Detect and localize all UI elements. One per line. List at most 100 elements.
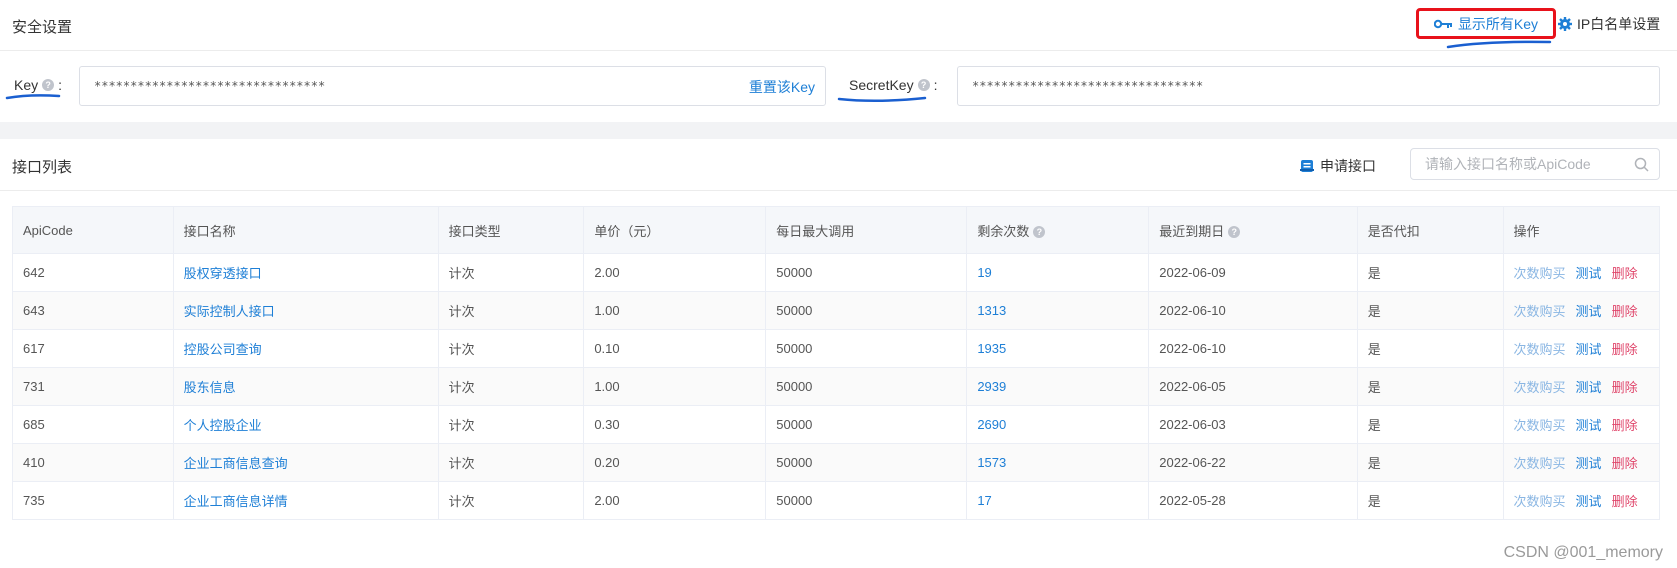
table-row: 410 企业工商信息查询 计次 0.20 50000 1573 2022-06-22 是次数购… [12,443,1661,482]
cell-remaining: 1573 [966,443,1150,482]
test-button[interactable]: 测试 [1576,266,1602,281]
help-icon[interactable]: ? [1033,226,1046,239]
cell-deduct: 是 [1356,367,1504,406]
cell-max_daily: 50000 [765,405,968,444]
delete-button[interactable]: 删除 [1612,380,1638,395]
remaining-count-link[interactable]: 1313 [977,303,1006,318]
cell-type: 计次 [437,291,585,330]
ip-whitelist-label: IP白名单设置 [1577,16,1661,32]
cell-price: 2.00 [583,481,767,520]
cell-expiry: 2022-06-22 [1148,443,1358,482]
buy-count-button[interactable]: 次数购买 [1514,342,1566,357]
remaining-count-link[interactable]: 2939 [977,379,1006,394]
test-button[interactable]: 测试 [1576,456,1602,471]
help-icon[interactable]: ? [1228,226,1241,239]
column-header: 接口名称 [172,206,439,254]
remaining-count-link[interactable]: 19 [977,265,991,280]
buy-count-button[interactable]: 次数购买 [1514,266,1566,281]
test-button[interactable]: 测试 [1576,418,1602,433]
cell-code: 731 [12,367,174,406]
cell-max_daily: 50000 [765,329,968,368]
cell-name: 控股公司查询 [172,329,439,368]
cell-type: 计次 [437,367,585,406]
secret-key-field[interactable]: ******************************** [957,66,1660,106]
api-name-link[interactable]: 企业工商信息详情 [184,494,288,509]
cell-name: 股东信息 [172,367,439,406]
column-header: ApiCode [12,206,174,254]
help-icon[interactable]: ? [42,79,55,91]
cell-price: 1.00 [583,291,767,330]
apply-api-label: 申请接口 [1320,158,1376,174]
api-list-header: 接口列表 申请接口 [0,139,1677,191]
cell-deduct: 是 [1356,291,1504,330]
cell-expiry: 2022-06-03 [1148,405,1358,444]
annotation-underline-icon [1446,40,1552,49]
remaining-count-link[interactable]: 1935 [977,341,1006,356]
delete-button[interactable]: 删除 [1612,418,1638,433]
help-icon[interactable]: ? [917,79,930,91]
cell-actions: 次数购买 测试 删除 [1502,367,1661,406]
delete-button[interactable]: 删除 [1612,266,1638,281]
column-header: 每日最大调用 [765,206,968,254]
cell-remaining: 17 [966,481,1150,520]
remaining-count-link[interactable]: 17 [977,493,991,508]
cell-actions: 次数购买 测试 删除 [1502,481,1661,520]
test-button[interactable]: 测试 [1576,342,1602,357]
delete-button[interactable]: 删除 [1612,342,1638,357]
api-search-input[interactable] [1411,149,1621,179]
test-button[interactable]: 测试 [1576,494,1602,509]
key-field-label: Key ? : [14,77,62,93]
key-icon [1433,19,1452,28]
test-button[interactable]: 测试 [1576,380,1602,395]
show-all-keys-button[interactable]: 显示所有Key [1416,8,1556,39]
cell-name: 股权穿透接口 [172,253,439,292]
cell-price: 0.20 [583,443,767,482]
delete-button[interactable]: 删除 [1612,304,1638,319]
cell-expiry: 2022-06-10 [1148,291,1358,330]
api-name-link[interactable]: 企业工商信息查询 [184,456,288,471]
api-search-box [1410,148,1660,180]
remaining-count-link[interactable]: 1573 [977,455,1006,470]
security-settings-panel: 安全设置 显示所有Key IP白名单设置 Key ?: ***********… [0,0,1677,122]
gear-icon [1558,17,1572,31]
buy-count-button[interactable]: 次数购买 [1514,380,1566,395]
watermark: CSDN @001_memory [1503,544,1663,561]
buy-count-button[interactable]: 次数购买 [1514,456,1566,471]
cell-remaining: 19 [966,253,1150,292]
key-field[interactable]: ******************************** 重置该Key [79,66,826,106]
buy-count-button[interactable]: 次数购买 [1514,304,1566,319]
cell-expiry: 2022-06-10 [1148,329,1358,368]
apply-api-button[interactable]: 申请接口 [1300,156,1376,176]
cell-actions: 次数购买 测试 删除 [1502,291,1661,330]
api-name-link[interactable]: 个人控股企业 [184,418,262,433]
buy-count-button[interactable]: 次数购买 [1514,418,1566,433]
api-name-link[interactable]: 股东信息 [184,380,236,395]
cell-deduct: 是 [1356,329,1504,368]
cell-code: 643 [12,291,174,330]
buy-count-button[interactable]: 次数购买 [1514,494,1566,509]
api-name-link[interactable]: 控股公司查询 [184,342,262,357]
cell-actions: 次数购买 测试 删除 [1502,443,1661,482]
reset-key-link[interactable]: 重置该Key [749,77,815,97]
key-value: ******************************** [94,79,326,93]
test-button[interactable]: 测试 [1576,304,1602,319]
cell-actions: 次数购买 测试 删除 [1502,253,1661,292]
cell-code: 617 [12,329,174,368]
apply-icon [1300,160,1314,172]
remaining-count-link[interactable]: 2690 [977,417,1006,432]
api-name-link[interactable]: 股权穿透接口 [184,266,262,281]
annotation-underline-icon [837,96,927,103]
search-icon[interactable] [1634,157,1649,172]
cell-deduct: 是 [1356,443,1504,482]
column-header: 接口类型 [437,206,585,254]
cell-max_daily: 50000 [765,291,968,330]
api-name-link[interactable]: 实际控制人接口 [184,304,275,319]
table-row: 643 实际控制人接口 计次 1.00 50000 1313 2022-06-10 是次数购买… [12,291,1661,330]
api-list-panel: 接口列表 申请接口 ApiCode 接 [0,139,1677,568]
delete-button[interactable]: 删除 [1612,494,1638,509]
key-colon: : [58,77,63,93]
cell-remaining: 1935 [966,329,1150,368]
ip-whitelist-button[interactable]: IP白名单设置 [1558,14,1660,34]
cell-remaining: 1313 [966,291,1150,330]
delete-button[interactable]: 删除 [1612,456,1638,471]
